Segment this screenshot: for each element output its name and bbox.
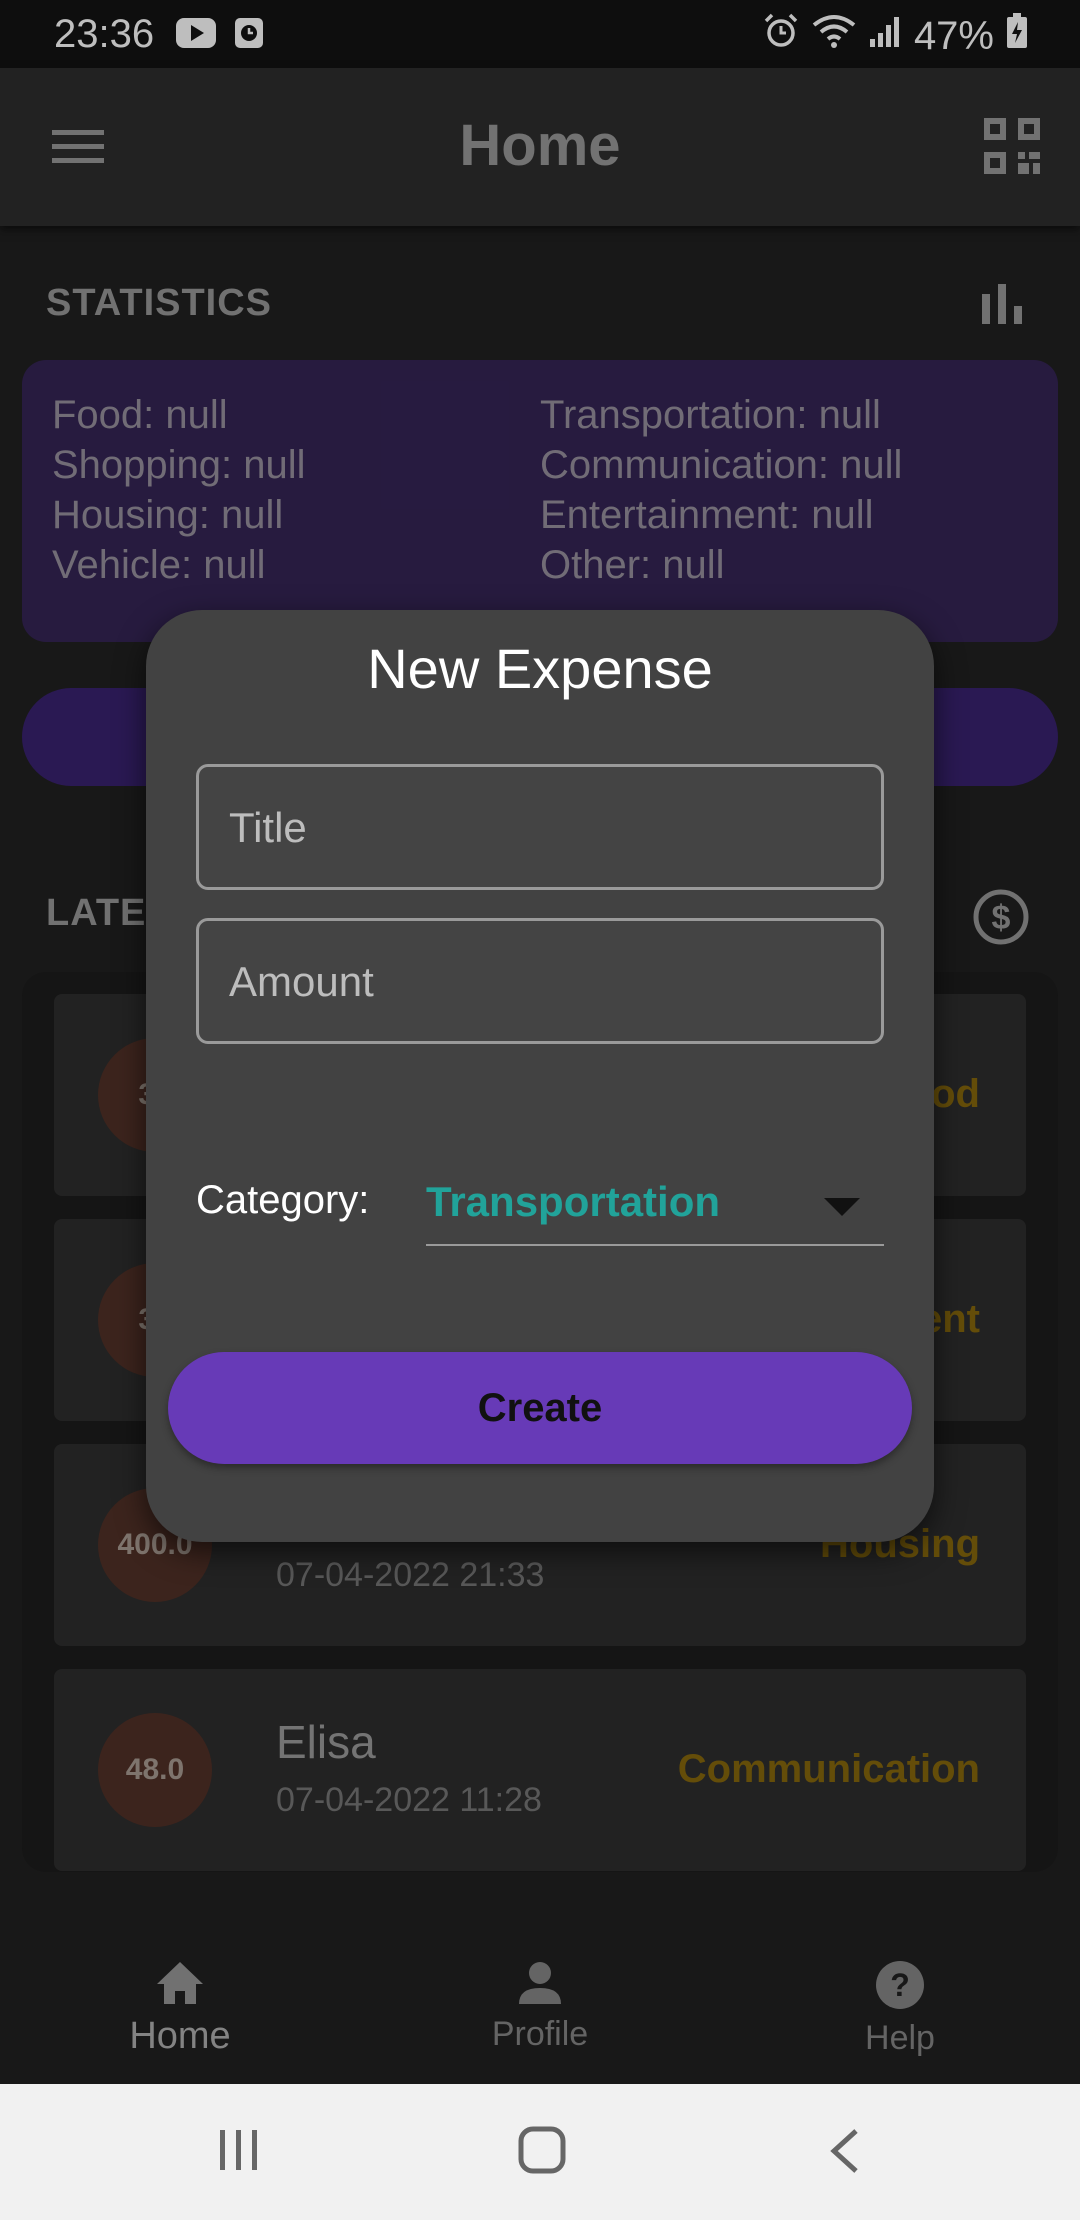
dialog-title: New Expense — [367, 637, 713, 700]
category-label: Category: — [196, 1178, 370, 1222]
recent-apps-icon[interactable] — [218, 2128, 260, 2177]
title-input[interactable] — [229, 793, 849, 863]
amount-input[interactable] — [229, 947, 849, 1017]
category-dropdown[interactable]: Transportation — [426, 1158, 884, 1246]
home-button-icon[interactable] — [518, 2126, 566, 2179]
dropdown-arrow-icon — [824, 1198, 860, 1216]
system-navigation-bar — [0, 2084, 1080, 2220]
back-icon[interactable] — [828, 2128, 860, 2179]
new-expense-dialog: New Expense Category: Transportation Cre… — [146, 610, 934, 1542]
create-button[interactable]: Create — [168, 1352, 912, 1464]
category-selected-value: Transportation — [426, 1178, 721, 1225]
amount-field[interactable] — [196, 918, 884, 1044]
title-field[interactable] — [196, 764, 884, 890]
